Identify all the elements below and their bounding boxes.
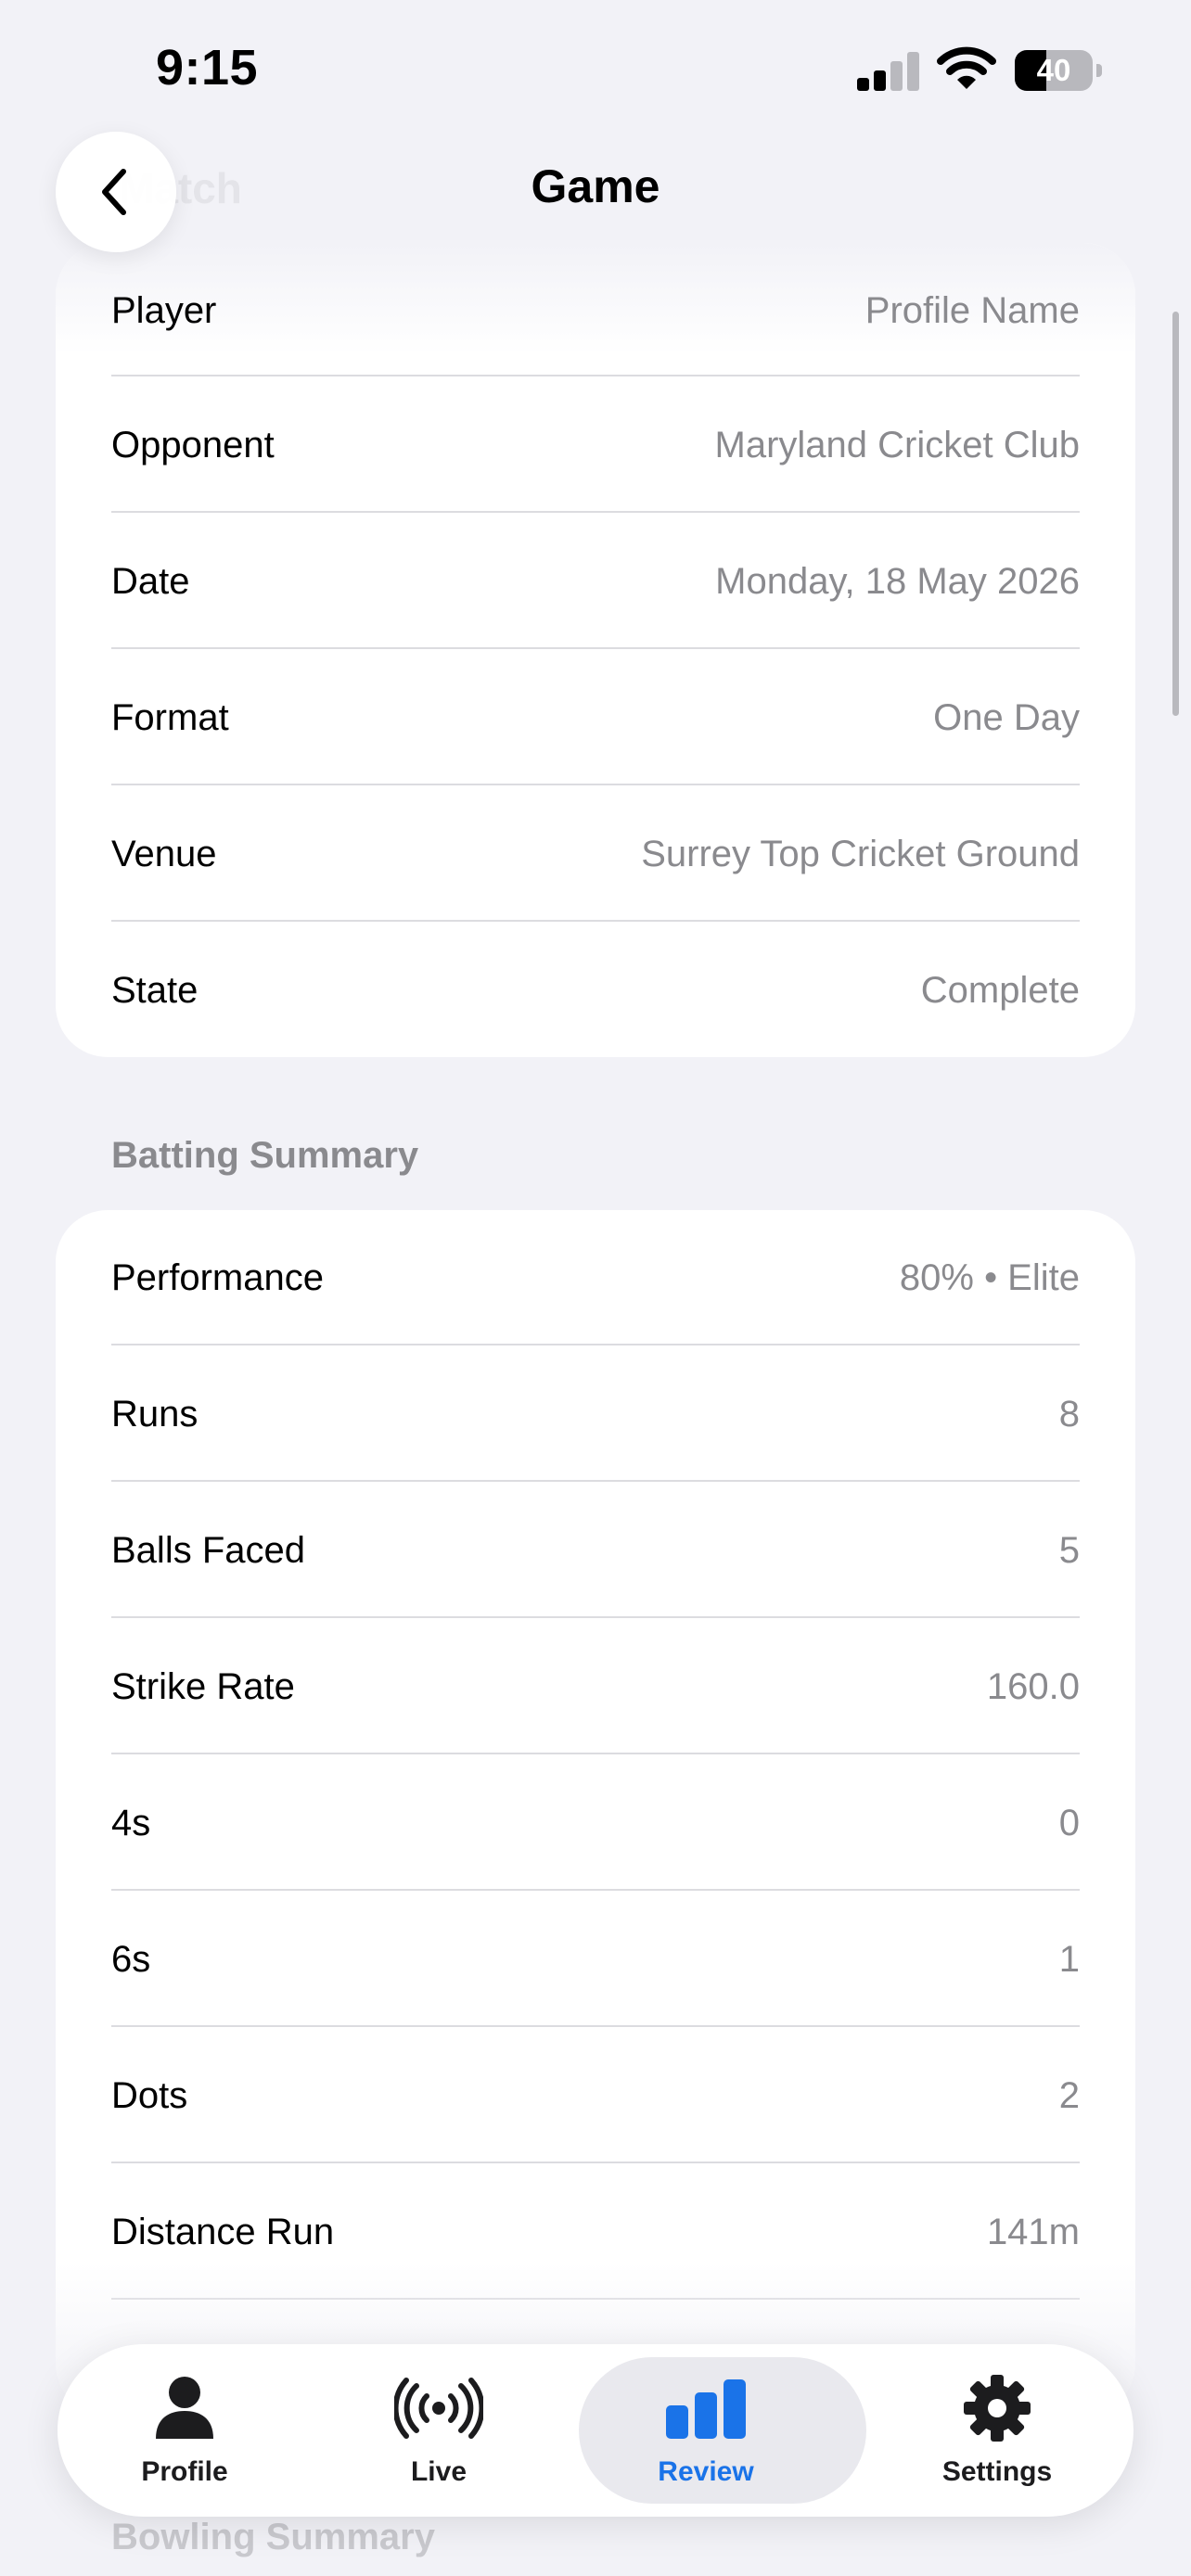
- row-label: Balls Faced: [111, 1530, 305, 1571]
- gear-icon: [953, 2373, 1042, 2443]
- tab-label: Review: [658, 2456, 754, 2487]
- divider: [111, 1344, 1080, 1345]
- wifi-icon: [937, 46, 996, 91]
- divider: [111, 1753, 1080, 1754]
- info-row-format[interactable]: Format One Day: [111, 650, 1080, 786]
- status-time: 9:15: [156, 40, 259, 96]
- person-icon: [140, 2373, 229, 2443]
- tab-live[interactable]: Live: [312, 2344, 566, 2517]
- divider: [111, 375, 1080, 376]
- divider: [111, 2025, 1080, 2027]
- row-value: One Day: [933, 697, 1080, 738]
- row-label: Performance: [111, 1257, 324, 1298]
- row-value: 0: [1058, 1803, 1080, 1843]
- row-value: 5: [1058, 1530, 1080, 1571]
- row-label: Opponent: [111, 425, 275, 465]
- tab-review[interactable]: Review: [579, 2344, 866, 2517]
- tab-label: Profile: [141, 2456, 228, 2487]
- row-label: Runs: [111, 1394, 198, 1435]
- tab-label: Live: [410, 2456, 467, 2487]
- batting-row-runs[interactable]: Runs 8: [111, 1346, 1080, 1483]
- bar-chart-icon: [661, 2373, 750, 2443]
- row-value: 80% • Elite: [899, 1257, 1080, 1298]
- batting-row-dots[interactable]: Dots 2: [111, 2028, 1080, 2164]
- info-row-date[interactable]: Date Monday, 18 May 2026: [111, 514, 1080, 650]
- row-value: Surrey Top Cricket Ground: [641, 834, 1080, 874]
- info-row-player[interactable]: Player Profile Name: [111, 243, 1080, 379]
- tab-settings[interactable]: Settings: [870, 2344, 1124, 2517]
- battery-level: 40: [1036, 53, 1071, 87]
- row-value: Profile Name: [864, 290, 1080, 331]
- status-bar: 9:15 40: [0, 0, 1191, 139]
- row-label: Strike Rate: [111, 1666, 295, 1707]
- row-value: Complete: [920, 970, 1080, 1011]
- bowling-summary-header: Bowling Summary: [111, 2517, 435, 2557]
- divider: [111, 2162, 1080, 2163]
- divider: [111, 784, 1080, 785]
- row-value: Monday, 18 May 2026: [715, 561, 1080, 602]
- row-value: 141m: [986, 2212, 1080, 2252]
- cellular-signal-icon: [857, 50, 920, 91]
- batting-summary-card: Performance 80% • Elite Runs 8 Balls Fac…: [56, 1210, 1135, 2416]
- row-label: Distance Run: [111, 2212, 335, 2252]
- row-label: 4s: [111, 1803, 151, 1843]
- row-value: 8: [1058, 1394, 1080, 1435]
- divider: [111, 920, 1080, 922]
- info-row-opponent[interactable]: Opponent Maryland Cricket Club: [111, 377, 1080, 514]
- row-label: Dots: [111, 2075, 188, 2116]
- row-label: 6s: [111, 1939, 151, 1980]
- battery-icon: 40: [1015, 50, 1102, 91]
- row-value: Maryland Cricket Club: [714, 425, 1080, 465]
- info-row-state[interactable]: State Complete: [111, 923, 1080, 1059]
- batting-row-strike-rate[interactable]: Strike Rate 160.0: [111, 1619, 1080, 1755]
- row-label: Player: [111, 290, 217, 331]
- tab-profile[interactable]: Profile: [58, 2344, 312, 2517]
- chevron-left-icon: [102, 169, 126, 215]
- batting-row-sixes[interactable]: 6s 1: [111, 1892, 1080, 2028]
- batting-row-fours[interactable]: 4s 0: [111, 1755, 1080, 1892]
- back-button[interactable]: [56, 132, 176, 252]
- row-label: Format: [111, 697, 229, 738]
- page-title: Game: [531, 160, 660, 212]
- row-value: 160.0: [986, 1666, 1080, 1707]
- match-info-card: Player Profile Name Opponent Maryland Cr…: [56, 243, 1135, 1057]
- divider: [111, 511, 1080, 513]
- row-label: Date: [111, 561, 190, 602]
- batting-row-performance[interactable]: Performance 80% • Elite: [111, 1210, 1080, 1346]
- row-label: State: [111, 970, 198, 1011]
- divider: [111, 1889, 1080, 1891]
- tab-label: Settings: [941, 2456, 1053, 2487]
- row-value: 2: [1058, 2075, 1080, 2116]
- divider: [111, 647, 1080, 649]
- tab-bar: Profile Live Review Settings: [58, 2344, 1133, 2517]
- broadcast-icon: [394, 2373, 483, 2443]
- row-label: Venue: [111, 834, 217, 874]
- info-row-venue[interactable]: Venue Surrey Top Cricket Ground: [111, 786, 1080, 923]
- divider: [111, 1616, 1080, 1618]
- divider: [111, 1480, 1080, 1482]
- game-detail-screen: 9:15 40 Match Game Player Profile Name O…: [0, 0, 1191, 2576]
- scroll-indicator[interactable]: [1172, 312, 1179, 716]
- batting-row-balls-faced[interactable]: Balls Faced 5: [111, 1483, 1080, 1619]
- row-value: 1: [1058, 1939, 1080, 1980]
- batting-summary-header: Batting Summary: [111, 1135, 419, 1176]
